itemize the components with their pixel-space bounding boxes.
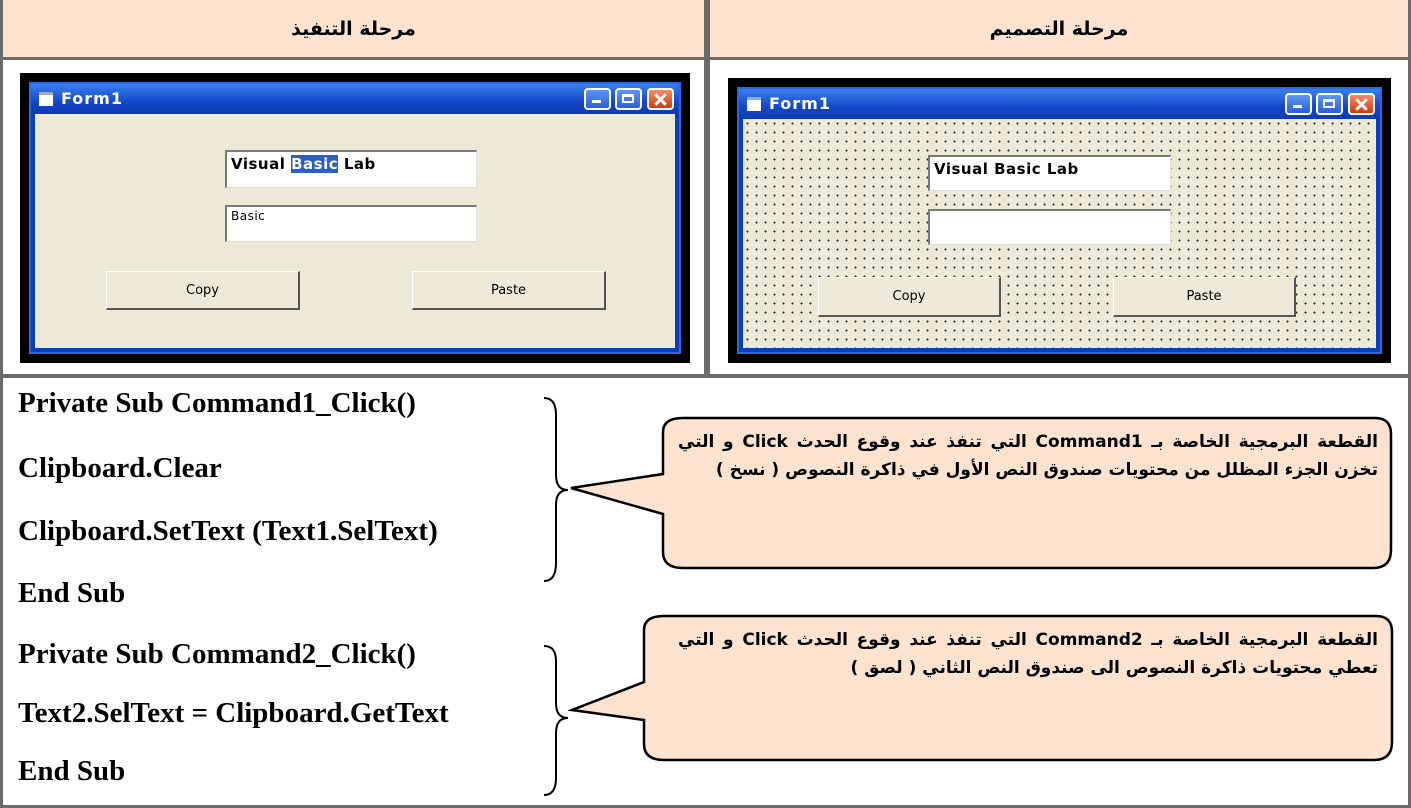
text1-selection: Basic: [291, 155, 339, 173]
design-form-grid: Visual Basic Lab Copy Paste: [743, 119, 1376, 348]
maximize-icon[interactable]: [615, 88, 642, 110]
column-divider: [704, 0, 710, 378]
run-form-titlebar: Form1: [31, 84, 679, 114]
maximize-icon[interactable]: [1316, 93, 1343, 115]
code-line: Private Sub Command2_Click(): [18, 638, 416, 670]
header-execution: مرحلة التنفيذ: [3, 0, 704, 60]
paste-button[interactable]: Paste: [412, 271, 606, 310]
run-form-title: Form1: [61, 89, 123, 108]
design-form-window: Form1 Visual Basic Lab Copy Paste: [728, 78, 1391, 363]
design-text1-value: Visual Basic Lab: [934, 160, 1079, 178]
code-line: End Sub: [18, 577, 126, 609]
minimize-icon[interactable]: [1285, 93, 1312, 115]
brace-2-icon: [543, 645, 569, 796]
form-icon: [39, 92, 53, 106]
row-divider: [0, 374, 1411, 378]
code-line: Clipboard.SetText (Text1.SelText): [18, 515, 438, 547]
close-icon[interactable]: [647, 88, 674, 110]
design-copy-button[interactable]: Copy: [818, 277, 1001, 317]
text1-value: Visual Basic Lab: [231, 155, 376, 173]
text2-input[interactable]: Basic: [225, 205, 477, 242]
callout-2-text: القطعة البرمجية الخاصة بـ Command2 التي …: [678, 630, 1378, 678]
run-form-window: Form1 Visual Basic Lab Basic Copy Paste: [20, 73, 690, 363]
text2-value: Basic: [231, 209, 266, 223]
code-line: Text2.SelText = Clipboard.GetText: [18, 697, 449, 729]
run-form-client: Visual Basic Lab Basic Copy Paste: [35, 114, 675, 348]
design-form-title: Form1: [769, 94, 831, 113]
copy-button[interactable]: Copy: [106, 271, 300, 310]
code-line: Clipboard.Clear: [18, 452, 222, 484]
header-design: مرحلة التصميم: [710, 0, 1408, 60]
minimize-icon[interactable]: [584, 88, 611, 110]
text1-input[interactable]: Visual Basic Lab: [225, 150, 477, 188]
code-line: Private Sub Command1_Click(): [18, 387, 416, 419]
design-form-titlebar: Form1: [739, 89, 1380, 119]
close-icon[interactable]: [1348, 93, 1375, 115]
form-icon: [747, 97, 761, 111]
design-text2-input[interactable]: [928, 209, 1171, 245]
code-line: End Sub: [18, 755, 126, 787]
design-paste-button[interactable]: Paste: [1113, 277, 1296, 317]
design-text1-input[interactable]: Visual Basic Lab: [928, 155, 1171, 191]
callout-1-text: القطعة البرمجية الخاصة بـ Command1 التي …: [678, 432, 1378, 480]
